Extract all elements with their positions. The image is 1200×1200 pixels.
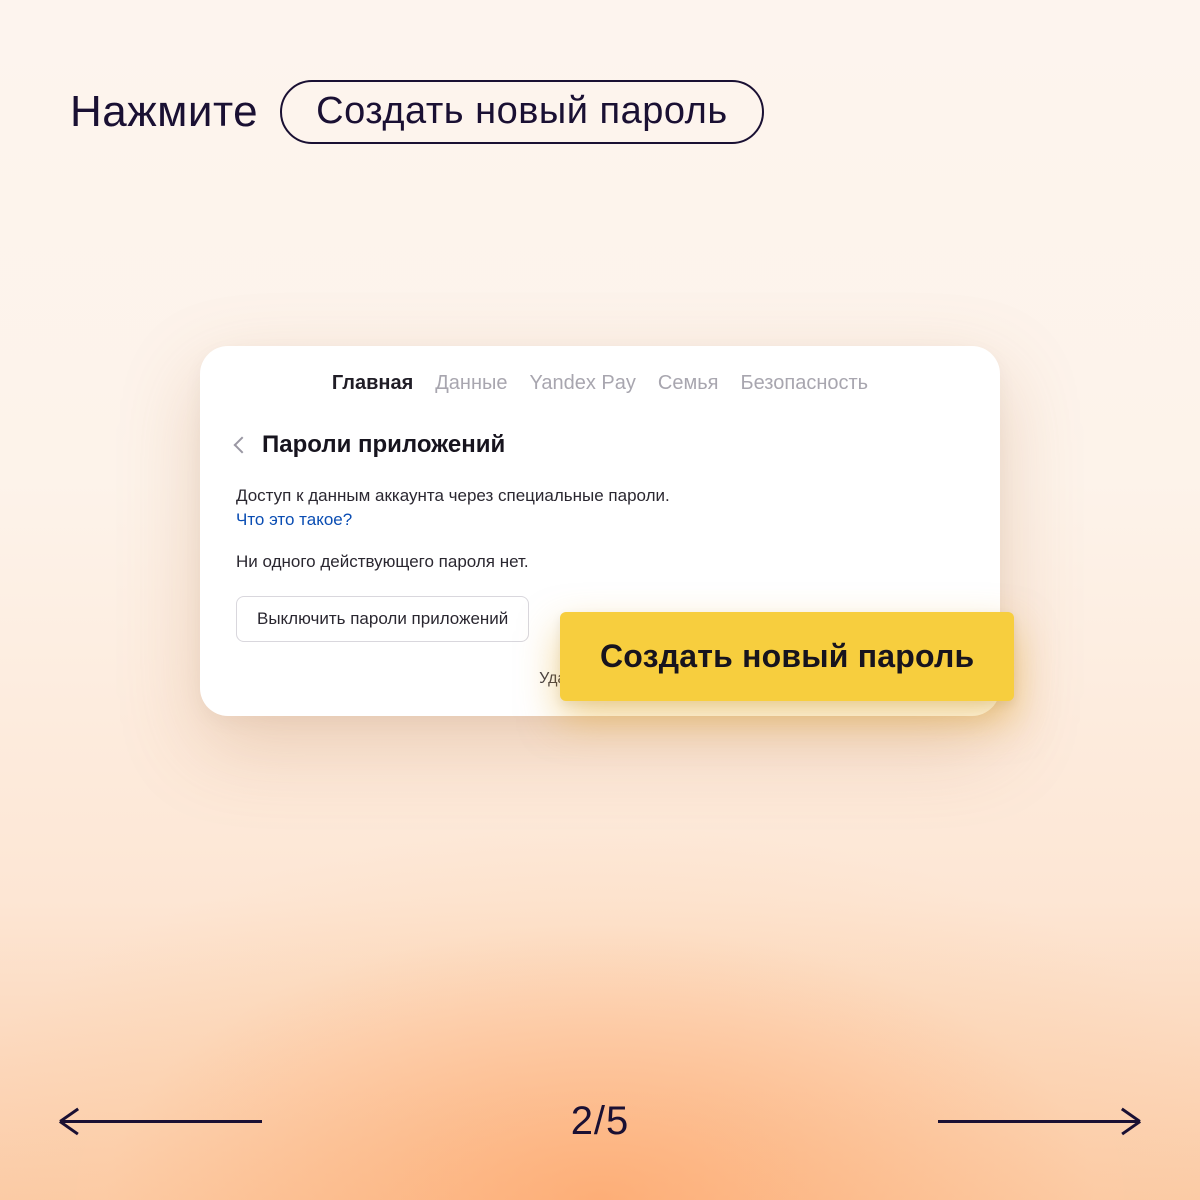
section-header: Пароли приложений <box>236 431 964 459</box>
empty-state-text: Ни одного действующего пароля нет. <box>236 552 964 572</box>
create-new-password-button[interactable]: Создать новый пароль <box>560 612 1014 701</box>
arrow-right-icon[interactable] <box>938 1120 1138 1123</box>
tab-family[interactable]: Семья <box>658 372 719 395</box>
instruction-header: Нажмите Создать новый пароль <box>70 80 764 144</box>
disable-app-passwords-button[interactable]: Выключить пароли приложений <box>236 596 529 642</box>
tab-yandex-pay[interactable]: Yandex Pay <box>530 372 636 395</box>
section-description: Доступ к данным аккаунта через специальн… <box>236 485 964 508</box>
page-indicator: 2/5 <box>571 1099 630 1144</box>
tab-security[interactable]: Безопасность <box>740 372 868 395</box>
arrow-left-icon[interactable] <box>62 1120 262 1123</box>
instruction-verb: Нажмите <box>70 87 258 137</box>
tabs-bar: Главная Данные Yandex Pay Семья Безопасн… <box>236 372 964 395</box>
section-title: Пароли приложений <box>262 431 505 459</box>
pager: 2/5 <box>0 1099 1200 1144</box>
chevron-left-icon[interactable] <box>234 437 251 454</box>
what-is-this-link[interactable]: Что это такое? <box>236 510 352 530</box>
instruction-target-pill: Создать новый пароль <box>280 80 764 144</box>
tab-data[interactable]: Данные <box>435 372 507 395</box>
tab-main[interactable]: Главная <box>332 372 413 395</box>
